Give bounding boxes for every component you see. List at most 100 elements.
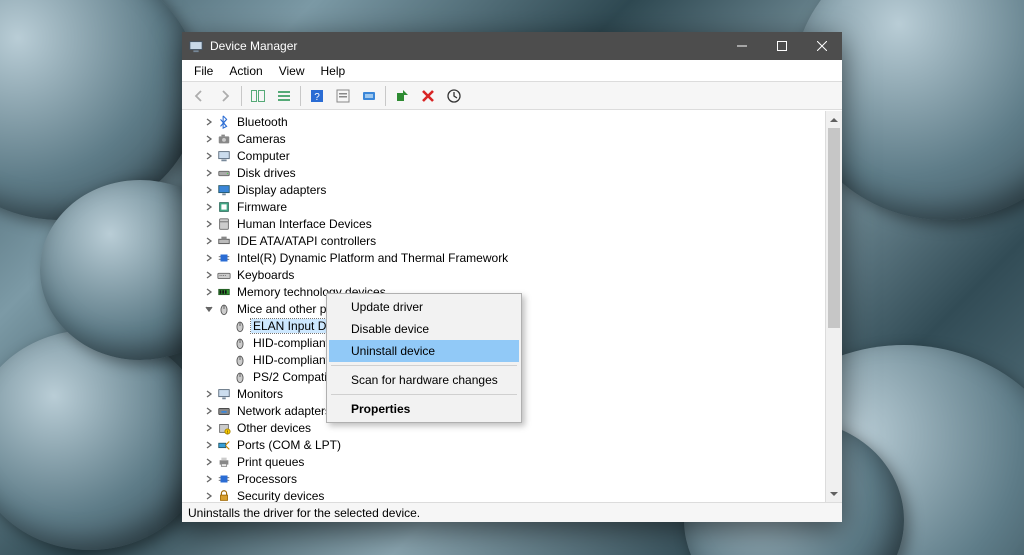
cpu-icon bbox=[216, 471, 232, 487]
statusbar: Uninstalls the driver for the selected d… bbox=[182, 502, 842, 522]
display-icon bbox=[216, 182, 232, 198]
firmware-icon bbox=[216, 199, 232, 215]
port-icon bbox=[216, 437, 232, 453]
camera-icon bbox=[216, 131, 232, 147]
ctx-scan-hardware[interactable]: Scan for hardware changes bbox=[329, 369, 519, 391]
tree-item[interactable]: Print queues bbox=[188, 453, 825, 470]
security-icon bbox=[216, 488, 232, 503]
chevron-icon[interactable] bbox=[202, 169, 216, 177]
network-icon bbox=[216, 403, 232, 419]
scroll-up-icon[interactable] bbox=[826, 111, 842, 128]
tree-item[interactable]: Security devices bbox=[188, 487, 825, 502]
tree-item-label: HID-compliant bbox=[251, 353, 331, 367]
ctx-properties[interactable]: Properties bbox=[329, 398, 519, 420]
memory-icon bbox=[216, 284, 232, 300]
scroll-down-icon[interactable] bbox=[826, 485, 842, 502]
scan-hardware-button[interactable] bbox=[357, 85, 381, 107]
window-title: Device Manager bbox=[210, 39, 297, 53]
ctx-update-driver[interactable]: Update driver bbox=[329, 296, 519, 318]
app-icon bbox=[188, 38, 204, 54]
monitor-icon bbox=[216, 386, 232, 402]
tree-item[interactable]: Disk drives bbox=[188, 164, 825, 181]
menubar: File Action View Help bbox=[182, 60, 842, 82]
chevron-icon[interactable] bbox=[202, 441, 216, 449]
menu-help[interactable]: Help bbox=[313, 62, 354, 80]
enable-device-button[interactable] bbox=[390, 85, 414, 107]
ctx-separator bbox=[331, 394, 517, 395]
tree-item[interactable]: Ports (COM & LPT) bbox=[188, 436, 825, 453]
chevron-icon[interactable] bbox=[202, 288, 216, 296]
bluetooth-icon bbox=[216, 114, 232, 130]
status-text: Uninstalls the driver for the selected d… bbox=[188, 506, 420, 520]
titlebar[interactable]: Device Manager bbox=[182, 32, 842, 60]
chevron-icon[interactable] bbox=[202, 237, 216, 245]
menu-action[interactable]: Action bbox=[221, 62, 270, 80]
chevron-icon[interactable] bbox=[202, 135, 216, 143]
properties-button[interactable] bbox=[331, 85, 355, 107]
tree-item-label: Intel(R) Dynamic Platform and Thermal Fr… bbox=[235, 251, 510, 265]
list-view-button[interactable] bbox=[272, 85, 296, 107]
chevron-icon[interactable] bbox=[202, 390, 216, 398]
chevron-icon[interactable] bbox=[202, 458, 216, 466]
tree-item[interactable]: Cameras bbox=[188, 130, 825, 147]
scroll-track[interactable] bbox=[826, 128, 842, 485]
other-icon: ! bbox=[216, 420, 232, 436]
chevron-icon[interactable] bbox=[202, 271, 216, 279]
tree-item[interactable]: Bluetooth bbox=[188, 113, 825, 130]
chevron-icon[interactable] bbox=[202, 118, 216, 126]
mouse-icon bbox=[232, 369, 248, 385]
chevron-icon[interactable] bbox=[202, 186, 216, 194]
uninstall-device-button[interactable] bbox=[416, 85, 440, 107]
chevron-icon[interactable] bbox=[202, 203, 216, 211]
ctx-uninstall-device[interactable]: Uninstall device bbox=[329, 340, 519, 362]
cpu-icon bbox=[216, 250, 232, 266]
tree-item-label: Computer bbox=[235, 149, 292, 163]
chevron-icon[interactable] bbox=[202, 152, 216, 160]
chevron-icon[interactable] bbox=[202, 475, 216, 483]
printer-icon bbox=[216, 454, 232, 470]
device-manager-window: Device Manager File Action View Help ? B… bbox=[182, 32, 842, 522]
update-driver-button[interactable] bbox=[442, 85, 466, 107]
tree-item[interactable]: Display adapters bbox=[188, 181, 825, 198]
chevron-icon[interactable] bbox=[202, 407, 216, 415]
mouse-icon bbox=[232, 318, 248, 334]
minimize-button[interactable] bbox=[722, 32, 762, 60]
ide-icon bbox=[216, 233, 232, 249]
tree-item-label: Bluetooth bbox=[235, 115, 290, 129]
keyboard-icon bbox=[216, 267, 232, 283]
computer-icon bbox=[216, 148, 232, 164]
chevron-icon[interactable] bbox=[202, 492, 216, 500]
chevron-icon[interactable] bbox=[202, 424, 216, 432]
toolbar: ? bbox=[182, 82, 842, 110]
menu-view[interactable]: View bbox=[271, 62, 313, 80]
tree-item-label: Keyboards bbox=[235, 268, 296, 282]
tree-item[interactable]: Keyboards bbox=[188, 266, 825, 283]
back-button[interactable] bbox=[187, 85, 211, 107]
tree-item[interactable]: Firmware bbox=[188, 198, 825, 215]
chevron-icon[interactable] bbox=[202, 254, 216, 262]
tree-item[interactable]: Computer bbox=[188, 147, 825, 164]
tree-item[interactable]: IDE ATA/ATAPI controllers bbox=[188, 232, 825, 249]
tree-item-label: Ports (COM & LPT) bbox=[235, 438, 343, 452]
chevron-icon[interactable] bbox=[202, 220, 216, 228]
tree-item[interactable]: Intel(R) Dynamic Platform and Thermal Fr… bbox=[188, 249, 825, 266]
svg-text:?: ? bbox=[314, 92, 320, 103]
mouse-icon bbox=[216, 301, 232, 317]
scroll-thumb[interactable] bbox=[828, 128, 840, 328]
tree-item-label: Cameras bbox=[235, 132, 288, 146]
tree-item[interactable]: Human Interface Devices bbox=[188, 215, 825, 232]
ctx-separator bbox=[331, 365, 517, 366]
forward-button[interactable] bbox=[213, 85, 237, 107]
svg-text:!: ! bbox=[227, 429, 228, 434]
vertical-scrollbar[interactable] bbox=[825, 111, 842, 502]
chevron-icon[interactable] bbox=[202, 305, 216, 313]
help-button[interactable]: ? bbox=[305, 85, 329, 107]
tree-item-label: IDE ATA/ATAPI controllers bbox=[235, 234, 378, 248]
ctx-disable-device[interactable]: Disable device bbox=[329, 318, 519, 340]
menu-file[interactable]: File bbox=[186, 62, 221, 80]
show-hide-console-button[interactable] bbox=[246, 85, 270, 107]
maximize-button[interactable] bbox=[762, 32, 802, 60]
tree-item-label: Security devices bbox=[235, 489, 326, 503]
tree-item[interactable]: Processors bbox=[188, 470, 825, 487]
close-button[interactable] bbox=[802, 32, 842, 60]
